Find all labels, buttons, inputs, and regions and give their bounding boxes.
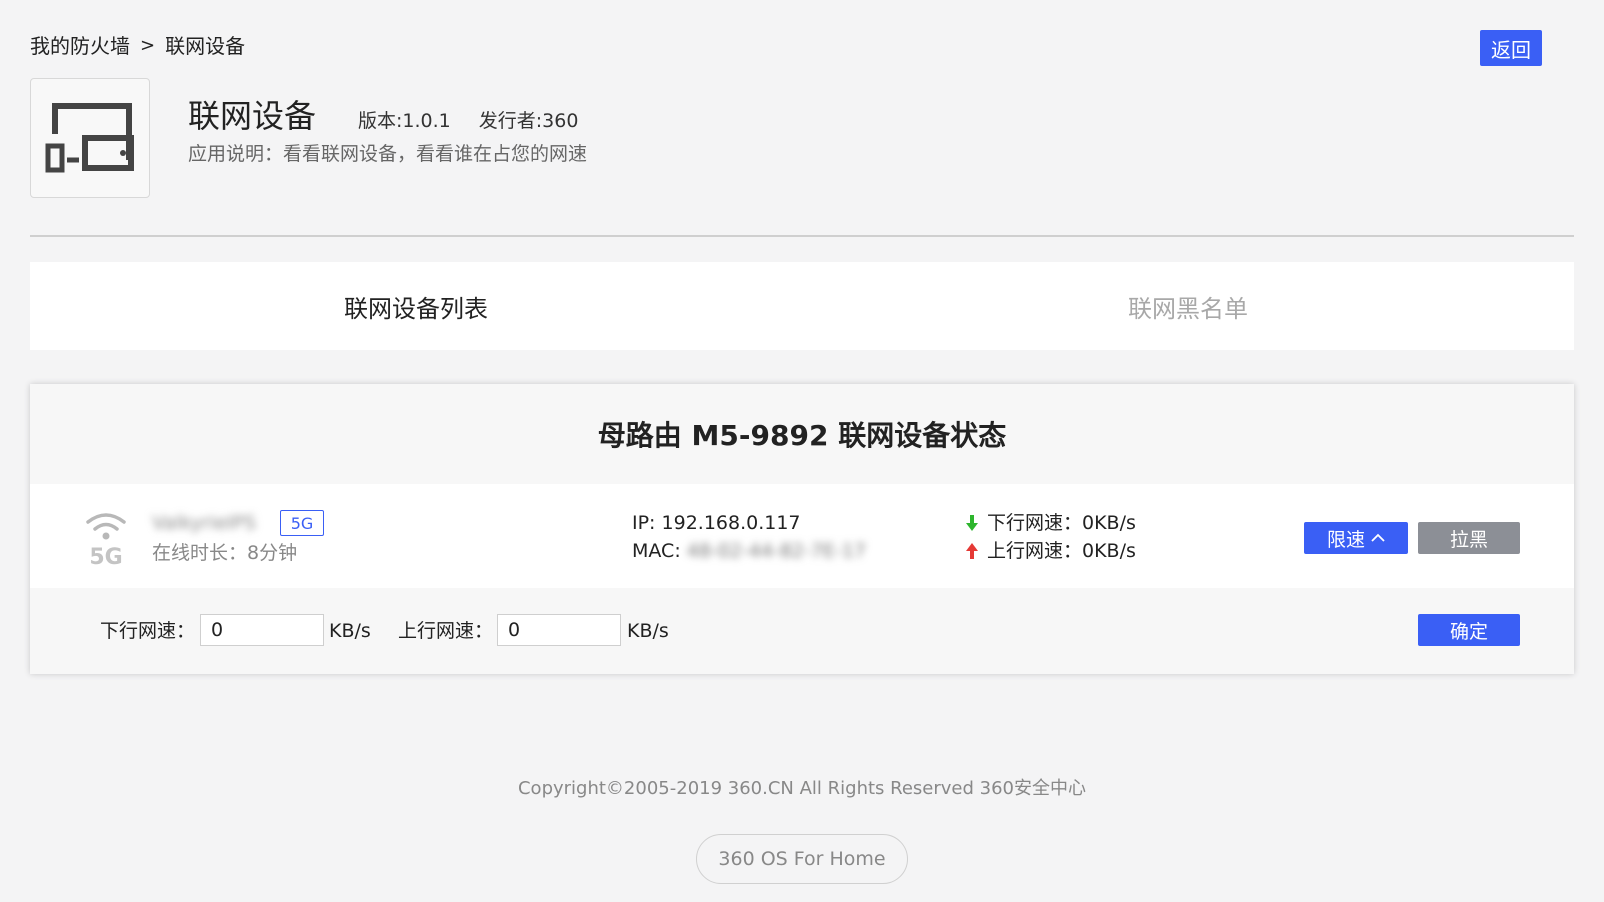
download-limit-label: 下行网速： [100,620,196,642]
app-publisher: 发行者:360 [478,110,579,132]
card-title: 母路由 M5-9892 联网设备状态 [597,419,1007,452]
upload-speed: 上行网速：0KB/s [965,538,1136,564]
copyright: Copyright©2005-2019 360.CN All Rights Re… [517,778,1086,799]
app-description: 应用说明：看看联网设备，看看谁在占您的网速 [188,143,588,165]
tab-blacklist[interactable]: 联网黑名单 [802,262,1574,350]
upload-limit-label: 上行网速： [398,620,494,642]
device-ip: IP: 192.168.0.117 [632,510,801,536]
download-speed-text: 下行网速：0KB/s [987,512,1136,534]
download-speed: 下行网速：0KB/s [965,510,1136,536]
chevron-up-icon [1371,533,1385,542]
breadcrumb-current: 联网设备 [165,34,246,58]
breadcrumb-parent[interactable]: 我的防火墙 [30,32,130,60]
app-version: 版本:1.0.1 [358,110,451,132]
device-mac: MAC: 48-02-44-82-7E-17 [632,538,866,564]
app-meta: 版本:1.0.1 发行者:360 [358,108,578,134]
mac-value: 48-02-44-82-7E-17 [686,540,866,562]
download-limit-input[interactable] [200,614,324,646]
block-button[interactable]: 拉黑 [1418,522,1520,554]
upload-limit-input[interactable] [497,614,621,646]
tab-device-list[interactable]: 联网设备列表 [30,262,802,350]
wifi-5g-icon: 5G [86,513,126,566]
app-title: 联网设备 [188,97,317,135]
speed-limit-form: 下行网速： KB/s 上行网速： KB/s 确定 [30,588,1574,674]
divider [30,235,1574,237]
breadcrumb-separator: > [140,35,156,56]
band-badge: 5G [280,510,324,536]
limit-speed-button[interactable]: 限速 [1304,522,1408,554]
breadcrumb: 我的防火墙 > 联网设备 [30,32,245,60]
upload-limit-unit: KB/s [627,620,669,642]
upload-speed-text: 上行网速：0KB/s [987,540,1136,562]
arrow-down-icon [966,515,978,531]
arrow-up-icon [966,543,978,559]
device-row: 5G ValkyrieIPS 5G 在线时长：8分钟 IP: 192.168.0… [30,484,1574,588]
svg-text:5G: 5G [89,545,122,566]
device-monitor-icon [45,103,134,173]
ip-label: IP: [632,512,656,534]
device-status-card: 母路由 M5-9892 联网设备状态 5G ValkyrieIPS 5G 在线时… [30,384,1574,674]
mac-label: MAC: [632,540,681,562]
confirm-button[interactable]: 确定 [1418,614,1520,646]
back-button[interactable]: 返回 [1480,30,1542,66]
online-time: 在线时长：8分钟 [152,542,298,564]
device-name: ValkyrieIPS [152,512,256,534]
app-icon [30,78,150,198]
tab-bar: 联网设备列表 联网黑名单 [30,262,1574,350]
ip-value: 192.168.0.117 [661,512,801,534]
os-badge[interactable]: 360 OS For Home [696,834,908,884]
download-limit-unit: KB/s [329,620,371,642]
limit-speed-label: 限速 [1326,528,1365,551]
page: 我的防火墙 > 联网设备 返回 联网设备 版本:1.0.1 发行者:360 应用… [0,0,1604,902]
